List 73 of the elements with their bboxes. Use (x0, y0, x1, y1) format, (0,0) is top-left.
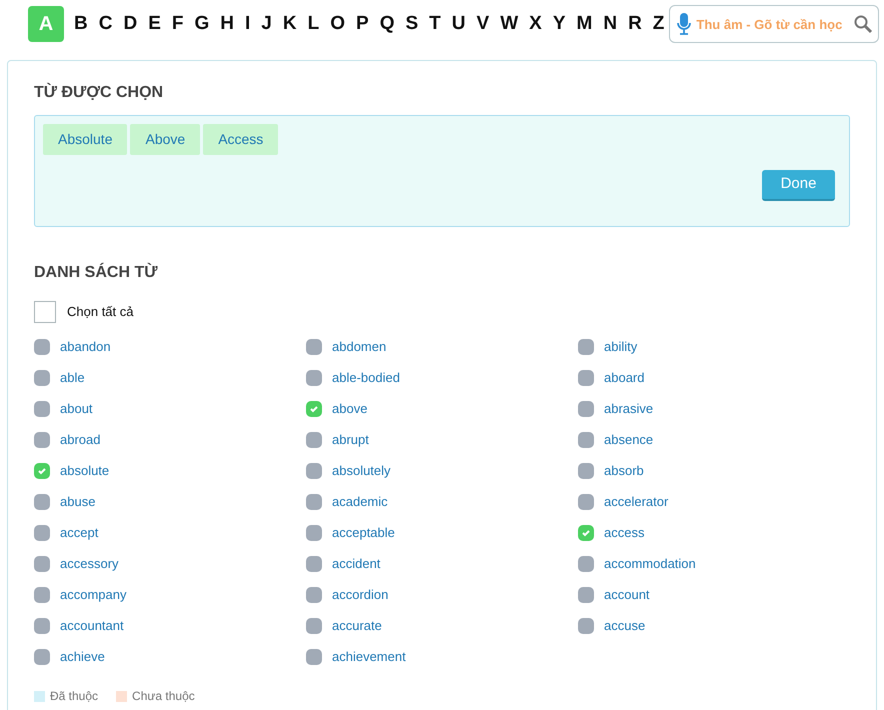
done-button[interactable]: Done (762, 170, 835, 201)
letter-tab[interactable]: D (118, 6, 142, 42)
legend-label: Đã thuộc (50, 688, 98, 705)
letter-tab[interactable]: C (94, 6, 118, 42)
word-link[interactable]: access (604, 523, 644, 543)
check-icon[interactable] (34, 463, 50, 479)
check-icon[interactable] (306, 401, 322, 417)
microphone-icon[interactable] (677, 12, 692, 36)
word-link[interactable]: abandon (60, 337, 111, 357)
word-link[interactable]: accommodation (604, 554, 696, 574)
letter-tab[interactable]: I (240, 6, 256, 42)
letter-tab[interactable]: V (472, 6, 494, 42)
word-link[interactable]: achieve (60, 647, 105, 667)
word-link[interactable]: about (60, 399, 93, 419)
letter-tab[interactable]: G (190, 6, 214, 42)
word-link[interactable]: absolutely (332, 461, 391, 481)
word-link[interactable]: accessory (60, 554, 119, 574)
letter-tab[interactable]: B (69, 6, 93, 42)
word-link[interactable]: accountant (60, 616, 124, 636)
word-link[interactable]: absolute (60, 461, 110, 481)
word-link[interactable]: achievement (332, 647, 406, 667)
letter-tab[interactable]: F (166, 6, 188, 42)
letter-tab[interactable]: J (256, 6, 277, 42)
letter-tab[interactable]: N (598, 6, 622, 42)
word-link[interactable]: absence (604, 430, 654, 450)
letter-tab[interactable]: M (572, 6, 598, 42)
word-link[interactable]: abroad (60, 430, 100, 450)
word-chip[interactable]: Absolute (43, 124, 128, 155)
letter-tab[interactable]: R (623, 6, 647, 42)
letter-tab[interactable]: X (524, 6, 547, 42)
letter-tab[interactable]: U (446, 6, 470, 42)
word-link[interactable]: accept (60, 523, 98, 543)
word-link[interactable]: accident (332, 554, 380, 574)
word-link[interactable]: abrupt (332, 430, 369, 450)
section-title: TỪ ĐƯỢC CHỌN (34, 82, 164, 103)
letter-tab[interactable]: Q (374, 6, 400, 42)
letter-tab[interactable]: Z (648, 6, 670, 42)
word-link[interactable]: accuse (604, 616, 646, 636)
word-link[interactable]: able-bodied (332, 368, 400, 388)
word-link[interactable]: ability (604, 337, 638, 357)
word-link[interactable]: account (604, 585, 650, 605)
word-link[interactable]: abrasive (604, 399, 654, 419)
letter-tab[interactable]: W (495, 6, 524, 42)
word-link[interactable]: acceptable (332, 523, 395, 543)
letter-tab[interactable]: K (278, 6, 302, 42)
section-title: DANH SÁCH TỪ (34, 262, 158, 283)
checkbox[interactable] (34, 301, 56, 323)
check-icon[interactable] (578, 525, 594, 541)
letter-tab[interactable]: Y (548, 6, 570, 42)
word-chip[interactable]: Above (130, 124, 200, 155)
letter-tab[interactable]: L (302, 6, 324, 42)
letter-tab[interactable]: H (215, 6, 240, 42)
word-link[interactable]: abdomen (332, 337, 386, 357)
search-field[interactable]: Thu âm - Gõ từ cần học (669, 5, 880, 43)
word-link[interactable]: accurate (332, 616, 382, 636)
word-link[interactable]: able (60, 368, 85, 388)
legend-label: Chưa thuộc (132, 688, 195, 705)
letter-tab[interactable]: S (400, 6, 424, 42)
letter-tab[interactable]: T (424, 6, 446, 42)
word-link[interactable]: accordion (332, 585, 388, 605)
search-icon[interactable] (853, 14, 874, 34)
checkbox-label: Chọn tất cả (67, 303, 134, 322)
letter-tab[interactable]: E (143, 6, 166, 42)
word-chip[interactable]: Access (203, 124, 278, 155)
word-link[interactable]: accompany (60, 585, 126, 605)
word-link[interactable]: abuse (60, 492, 96, 512)
letter-tab[interactable]: P (351, 6, 374, 42)
word-link[interactable]: aboard (604, 368, 644, 388)
word-link[interactable]: academic (332, 492, 388, 512)
letter-tab[interactable]: O (325, 6, 350, 42)
word-link[interactable]: above (332, 399, 368, 419)
word-link[interactable]: accelerator (604, 492, 668, 512)
word-link[interactable]: absorb (604, 461, 644, 481)
